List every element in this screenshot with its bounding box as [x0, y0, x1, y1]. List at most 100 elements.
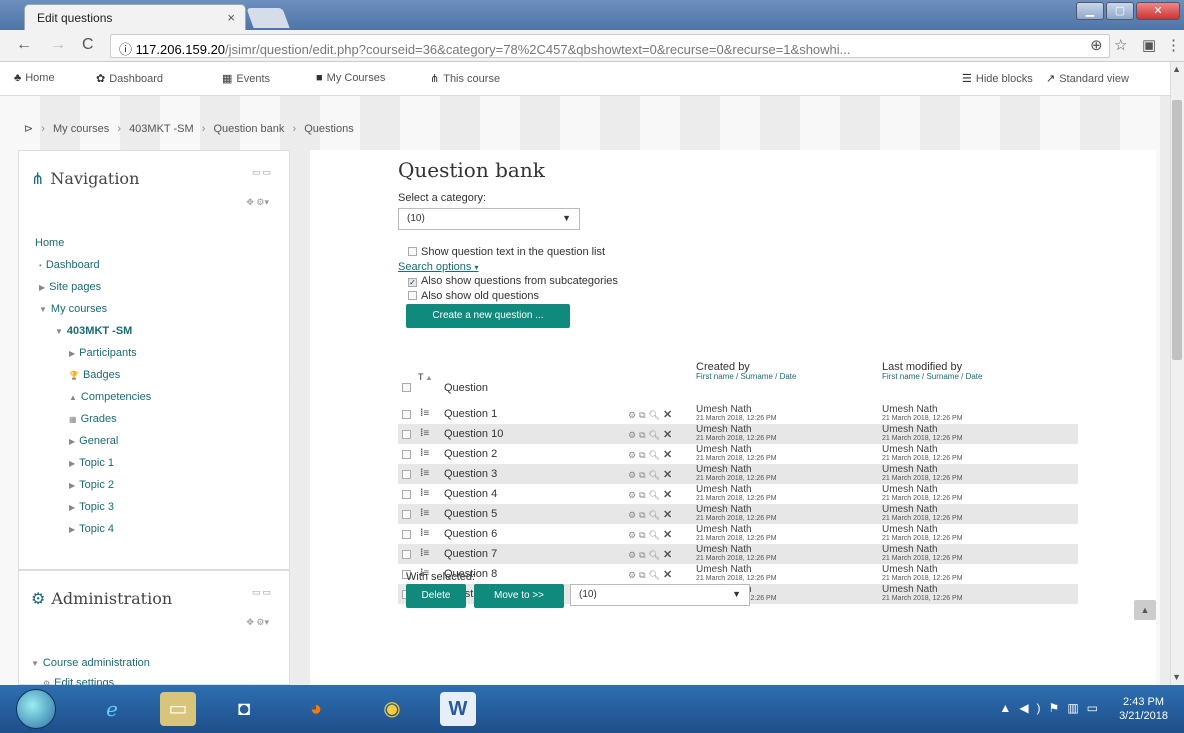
nav-events[interactable]: ▦ Events — [222, 72, 270, 85]
preview-search-icon[interactable]: 🔍︎ — [649, 510, 663, 520]
nav-dashboard[interactable]: ✿ Dashboard — [96, 72, 163, 85]
row-checkbox[interactable] — [402, 549, 415, 561]
forward-icon[interactable]: → — [50, 36, 66, 54]
subcategories-option[interactable]: Also show questions from subcategories — [408, 275, 618, 287]
duplicate-icon[interactable]: ⧉ — [639, 490, 648, 500]
delete-icon[interactable]: ✕ — [663, 529, 675, 541]
modified-by-sort-links[interactable]: First name / Surname / Date — [882, 372, 982, 382]
duplicate-icon[interactable]: ⧉ — [639, 530, 648, 540]
preview-search-icon[interactable]: 🔍︎ — [649, 550, 663, 560]
nav-home[interactable]: ♣ Home — [14, 72, 55, 84]
preview-search-icon[interactable]: 🔍︎ — [649, 470, 663, 480]
admin-block-actions-icon[interactable]: ✥ ⚙▾ — [246, 617, 269, 628]
preview-search-icon[interactable]: 🔍︎ — [649, 530, 663, 540]
browser-tab[interactable]: Edit questions × — [24, 4, 246, 30]
move-target-select[interactable]: (10) ▼ — [570, 584, 750, 606]
tray-expand-icon[interactable]: ▲ — [999, 701, 1019, 715]
duplicate-icon[interactable]: ⧉ — [639, 450, 648, 460]
preview-search-icon[interactable]: 🔍︎ — [649, 490, 663, 500]
row-checkbox[interactable] — [402, 529, 415, 541]
sidebar-item-dashboard[interactable]: • Dashboard — [39, 259, 100, 271]
start-button[interactable] — [16, 689, 56, 729]
category-select[interactable]: (10) ▼ — [398, 208, 580, 230]
duplicate-icon[interactable]: ⧉ — [639, 550, 648, 560]
show-text-option[interactable]: Show question text in the question list — [408, 246, 605, 258]
delete-icon[interactable]: ✕ — [663, 569, 675, 581]
delete-icon[interactable]: ✕ — [663, 449, 675, 461]
search-options-link[interactable]: Search options ▾ — [398, 261, 478, 273]
sidebar-item-topic-2[interactable]: ▶ Topic 2 — [69, 479, 114, 491]
maximize-icon[interactable]: ▢ — [1106, 2, 1134, 20]
move-to-button[interactable]: Move to >> — [474, 584, 564, 608]
delete-icon[interactable]: ✕ — [663, 429, 675, 441]
media-player-icon[interactable]: ◘ — [226, 692, 262, 726]
admin-block-dock-icon[interactable]: ▭▭ — [252, 587, 273, 598]
sort-type-header[interactable]: T ▲ — [418, 372, 432, 382]
sidebar-item-competencies[interactable]: ▲ Competencies — [69, 391, 151, 403]
row-checkbox[interactable] — [402, 509, 415, 521]
word-icon[interactable]: W — [440, 692, 476, 726]
edit-gear-icon[interactable]: ⚙ — [628, 530, 639, 540]
tab-close-icon[interactable]: × — [227, 10, 235, 25]
delete-button[interactable]: Delete — [406, 584, 466, 608]
taskbar-clock[interactable]: 2:43 PM 3/21/2018 — [1119, 695, 1168, 723]
sidebar-item-site-pages[interactable]: ▶ Site pages — [39, 281, 101, 293]
back-to-top-button[interactable]: ▲ — [1134, 600, 1156, 620]
edit-gear-icon[interactable]: ⚙ — [628, 550, 639, 560]
nav-my-courses[interactable]: ■ My Courses — [316, 72, 385, 84]
sidebar-item-home[interactable]: Home — [31, 237, 64, 249]
sidebar-item-topic-3[interactable]: ▶ Topic 3 — [69, 501, 114, 513]
duplicate-icon[interactable]: ⧉ — [639, 470, 648, 480]
info-icon[interactable]: ⓘ — [119, 42, 132, 57]
show-text-checkbox[interactable] — [408, 247, 417, 256]
row-checkbox[interactable] — [402, 449, 415, 461]
flag-icon[interactable]: ⚑ — [1049, 701, 1068, 715]
duplicate-icon[interactable]: ⧉ — [639, 410, 648, 420]
sidebar-item-403mkt-sm[interactable]: ▼ 403MKT -SM — [55, 325, 132, 337]
row-checkbox[interactable] — [402, 469, 415, 481]
preview-search-icon[interactable]: 🔍︎ — [649, 570, 663, 580]
sidebar-item-topic-4[interactable]: ▶ Topic 4 — [69, 523, 114, 535]
duplicate-icon[interactable]: ⧉ — [639, 510, 648, 520]
edit-gear-icon[interactable]: ⚙ — [628, 410, 639, 420]
duplicate-icon[interactable]: ⧉ — [639, 570, 648, 580]
edit-gear-icon[interactable]: ⚙ — [628, 490, 639, 500]
delete-icon[interactable]: ✕ — [663, 549, 675, 561]
duplicate-icon[interactable]: ⧉ — [639, 430, 648, 440]
breadcrumb-home-icon[interactable]: ⊳ — [24, 123, 33, 135]
scroll-up-icon[interactable]: ▲ — [1172, 64, 1181, 74]
preview-search-icon[interactable]: 🔍︎ — [649, 450, 663, 460]
breadcrumb-my-courses[interactable]: My courses — [53, 123, 109, 135]
zoom-icon[interactable]: ⊕ — [1090, 36, 1103, 54]
firefox-icon[interactable]: ◕ — [298, 692, 334, 726]
network-icon[interactable]: ▥ — [1067, 701, 1086, 715]
monitor-icon[interactable]: ▭ — [1087, 701, 1106, 715]
nav-this-course[interactable]: ⋔ This course — [430, 72, 500, 85]
select-all-checkbox[interactable] — [402, 382, 415, 394]
sidebar-item-badges[interactable]: 🏆 Badges — [69, 369, 120, 381]
sidebar-item-general[interactable]: ▶ General — [69, 435, 118, 447]
standard-view-button[interactable]: ↗ Standard view — [1046, 72, 1129, 85]
internet-explorer-icon[interactable]: e — [94, 692, 130, 726]
block-dock-icon[interactable]: ▭▭ — [252, 167, 273, 178]
window-close-icon[interactable]: ✕ — [1136, 2, 1180, 20]
edit-gear-icon[interactable]: ⚙ — [628, 570, 639, 580]
url-input[interactable]: ⓘ 117.206.159.20/jsimr/question/edit.php… — [110, 34, 1110, 58]
preview-search-icon[interactable]: 🔍︎ — [649, 430, 663, 440]
back-icon[interactable]: ← — [16, 36, 32, 54]
scrollbar-thumb[interactable] — [1172, 100, 1182, 360]
question-column-header[interactable]: Question — [444, 382, 488, 394]
delete-icon[interactable]: ✕ — [663, 489, 675, 501]
breadcrumb-question-bank[interactable]: Question bank — [213, 123, 284, 135]
old-questions-checkbox[interactable] — [408, 291, 417, 300]
row-checkbox[interactable] — [402, 489, 415, 501]
bookmark-star-icon[interactable]: ☆ — [1114, 36, 1127, 54]
breadcrumb-course[interactable]: 403MKT -SM — [129, 123, 194, 135]
delete-icon[interactable]: ✕ — [663, 509, 675, 521]
file-explorer-icon[interactable]: ▭ — [160, 692, 196, 726]
reload-icon[interactable]: C — [82, 36, 94, 54]
scroll-down-icon[interactable]: ▼ — [1172, 672, 1181, 682]
volume-icon[interactable]: ◀) — [1019, 701, 1048, 715]
edit-gear-icon[interactable]: ⚙ — [628, 430, 639, 440]
row-checkbox[interactable] — [402, 409, 415, 421]
